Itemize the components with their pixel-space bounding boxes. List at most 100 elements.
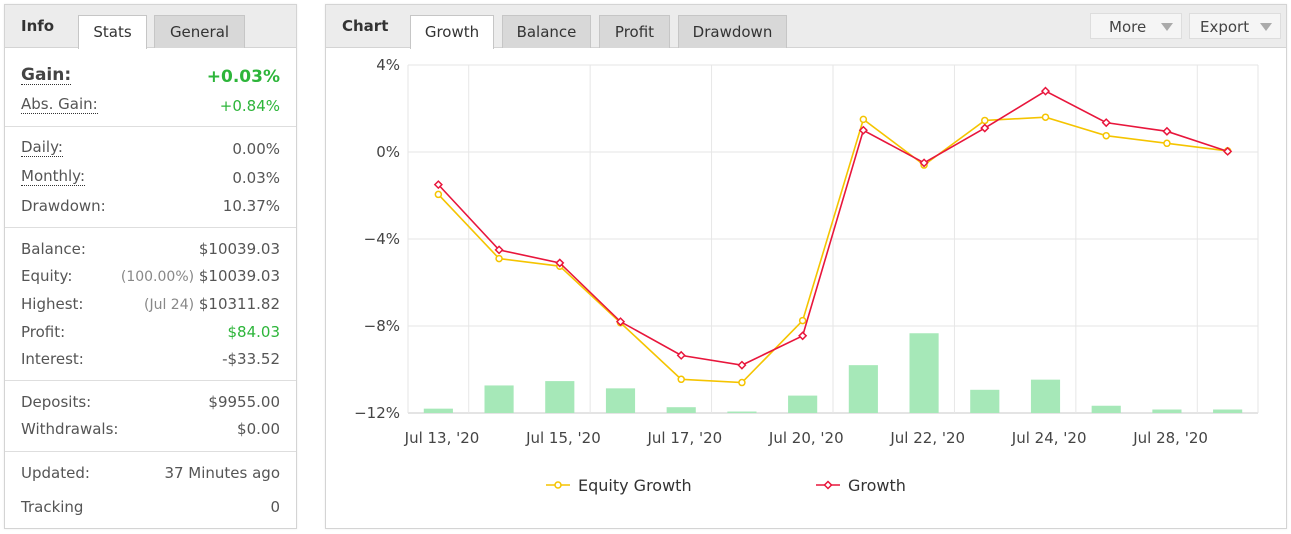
tracking-value: 0 [270,498,280,516]
data-point [859,115,868,124]
bar [1091,405,1121,413]
data-point [737,360,747,370]
equity-row: Equity: (100.00%) $10039.03 [21,265,280,287]
bar [484,385,514,413]
monthly-value: 0.03% [232,169,280,187]
interest-row: Interest: -$33.52 [21,348,280,370]
interest-value: -$33.52 [222,350,280,368]
deposits-value: $9955.00 [208,393,280,411]
drawdown-label: Drawdown: [21,197,106,215]
highest-note: (Jul 24) [144,297,195,313]
divider [5,126,296,127]
tab-stats[interactable]: Stats [78,15,147,49]
export-menu-button[interactable]: Export [1189,13,1281,39]
monthly-row: Monthly: 0.03% [21,167,280,189]
legend-marker [554,481,562,489]
bar [1213,409,1243,413]
data-point [981,116,989,125]
x-tick-label: Jul 13, '20 [404,429,480,447]
y-tick-label: −12% [354,404,400,422]
drawdown-value: 10.37% [222,197,280,215]
x-tick-label: Jul 17, '20 [647,429,723,447]
info-panel: Info Stats General Gain: +0.03% Abs. Gai… [4,4,297,529]
chevron-down-icon [1260,23,1272,31]
data-point [676,350,686,360]
withdrawals-label: Withdrawals: [21,420,119,438]
data-point [1162,126,1172,136]
info-tabbar: Info Stats General [5,5,296,49]
profit-label: Profit: [21,323,66,341]
daily-row: Daily: 0.00% [21,138,280,160]
balance-value: $10039.03 [198,240,280,258]
bar [1030,379,1061,413]
more-menu-button[interactable]: More [1090,13,1182,39]
updated-row: Updated: 37 Minutes ago [21,462,280,484]
balance-label: Balance: [21,240,86,258]
abs-gain-row: Abs. Gain: +0.84% [21,95,280,117]
data-point [1101,118,1111,128]
divider [5,451,296,452]
equity-label: Equity: [21,267,73,285]
daily-label[interactable]: Daily: [21,138,63,157]
tracking-row: Tracking 0 [21,496,280,518]
bar [848,365,878,413]
y-tick-label: 0% [376,143,400,161]
interest-label: Interest: [21,350,84,368]
abs-gain-value: +0.84% [219,97,280,115]
legend-label: Equity Growth [578,476,692,495]
data-point [738,378,746,387]
monthly-label[interactable]: Monthly: [21,167,86,186]
deposits-label: Deposits: [21,393,92,411]
profit-value: $84.03 [227,323,281,341]
x-tick-label: Jul 22, '20 [889,429,965,447]
y-tick-label: −8% [364,317,400,335]
legend-label: Growth [848,476,906,495]
chart-legend: Equity Growth Growth [546,476,906,495]
bar [909,333,939,413]
withdrawals-value: $0.00 [237,420,280,438]
tab-drawdown[interactable]: Drawdown [678,15,787,48]
equity-amount: $10039.03 [198,267,280,285]
data-point [798,316,807,325]
chart-axes: 4% 0% −4% −8% −12%Jul 13, '20 Jul 15, '20 Jul … [354,56,1208,447]
tracking-label: Tracking [21,498,84,516]
bar [970,389,1000,413]
bar [423,408,453,413]
tab-profit[interactable]: Profit [599,15,670,48]
chart-tabbar: Chart Growth Balance Profit Drawdown Mor… [326,5,1286,49]
info-title: Info [21,17,55,35]
daily-value: 0.00% [232,140,280,158]
data-point [1102,131,1110,140]
tab-balance[interactable]: Balance [502,15,591,48]
highest-label: Highest: [21,295,84,313]
bar [727,411,757,413]
divider [5,227,296,228]
bar [605,388,636,413]
divider [5,380,296,381]
updated-value: 37 Minutes ago [164,464,280,482]
chart-title: Chart [342,17,389,35]
profit-row: Profit: $84.03 [21,321,280,343]
highest-row: Highest: (Jul 24) $10311.82 [21,293,280,315]
tab-growth[interactable]: Growth [410,15,494,49]
updated-label: Updated: [21,464,90,482]
equity-note: (100.00%) [120,269,195,285]
data-point [798,331,808,341]
bar [788,395,818,413]
tab-general[interactable]: General [154,15,245,48]
gain-row: Gain: +0.03% [21,66,280,88]
chevron-down-icon [1161,23,1173,31]
x-tick-label: Jul 20, '20 [768,429,844,447]
highest-amount: $10311.82 [198,295,280,313]
gain-label[interactable]: Gain: [21,66,72,85]
equity-value: (100.00%) $10039.03 [121,265,280,288]
data-point [1040,86,1051,96]
abs-gain-label[interactable]: Abs. Gain: [21,95,98,114]
gain-value: +0.03% [206,67,280,87]
growth-chart: 4% 0% −4% −8% −12%Jul 13, '20 Jul 15, '20 Jul … [354,56,1259,495]
legend-marker [823,480,833,490]
y-tick-label: 4% [376,56,400,74]
deposits-row: Deposits: $9955.00 [21,391,280,413]
chart-panel: Chart Growth Balance Profit Drawdown Mor… [325,4,1287,529]
data-point [980,123,990,133]
